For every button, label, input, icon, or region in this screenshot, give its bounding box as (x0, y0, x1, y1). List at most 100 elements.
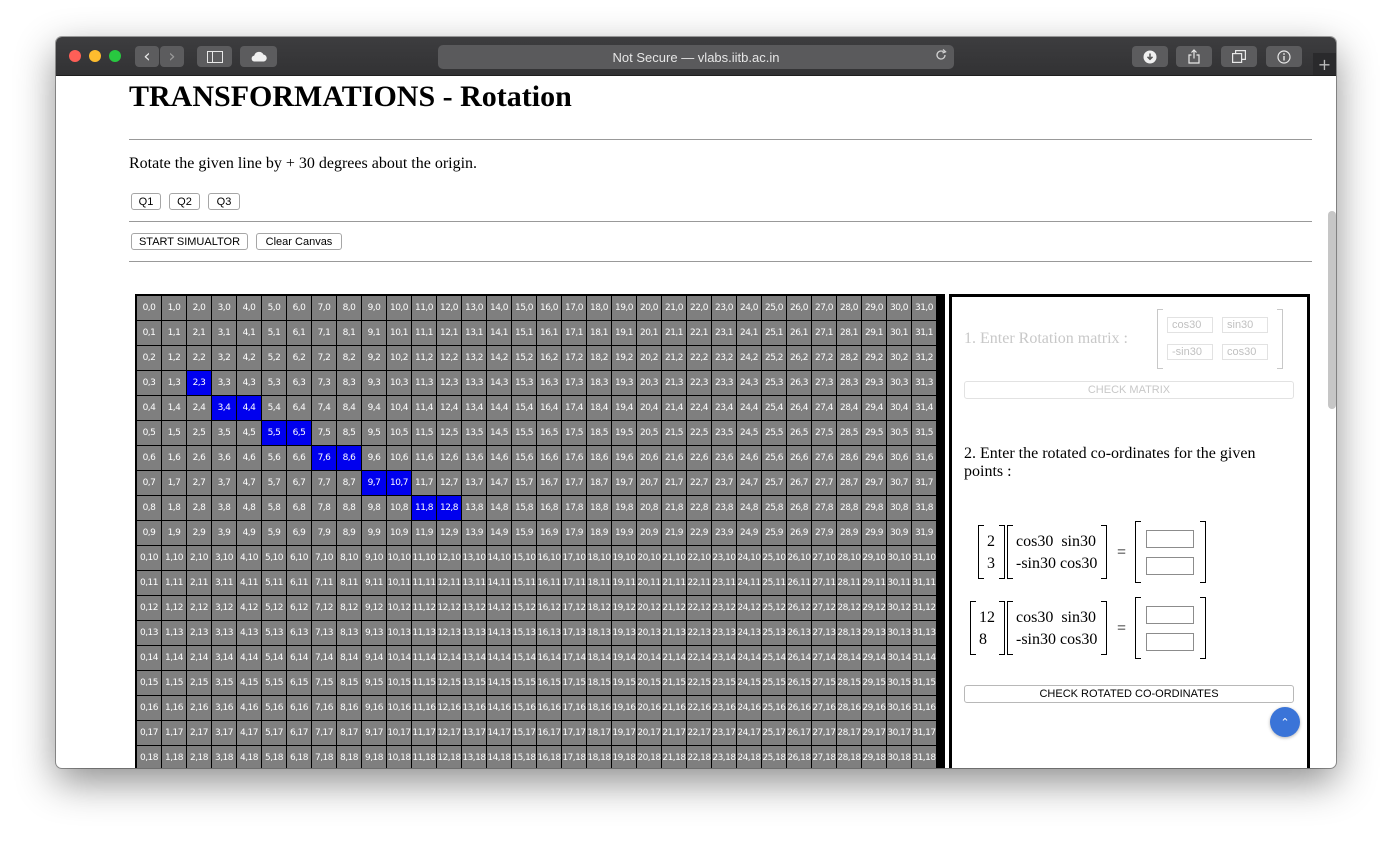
grid-cell[interactable]: 18,18 (587, 746, 611, 768)
grid-cell[interactable]: 7,10 (312, 546, 336, 570)
grid-cell[interactable]: 23,17 (712, 721, 736, 745)
grid-cell[interactable]: 31,8 (912, 496, 936, 520)
grid-cell[interactable]: 11,5 (412, 421, 436, 445)
grid-cell[interactable]: 26,8 (787, 496, 811, 520)
grid-cell[interactable]: 24,8 (737, 496, 761, 520)
grid-cell[interactable]: 27,10 (812, 546, 836, 570)
grid-cell[interactable]: 25,9 (762, 521, 786, 545)
grid-cell[interactable]: 22,7 (687, 471, 711, 495)
grid-cell[interactable]: 24,3 (737, 371, 761, 395)
grid-cell[interactable]: 21,6 (662, 446, 686, 470)
grid-cell[interactable]: 23,11 (712, 571, 736, 595)
grid-cell[interactable]: 14,17 (487, 721, 511, 745)
grid-cell[interactable]: 16,10 (537, 546, 561, 570)
grid-cell[interactable]: 21,2 (662, 346, 686, 370)
grid-cell[interactable]: 8,7 (337, 471, 361, 495)
grid-cell[interactable]: 22,16 (687, 696, 711, 720)
grid-cell[interactable]: 10,0 (387, 296, 411, 320)
grid-cell[interactable]: 6,10 (287, 546, 311, 570)
grid-cell[interactable]: 15,0 (512, 296, 536, 320)
scroll-to-top-button[interactable]: ⌃ (1270, 707, 1300, 737)
grid-cell[interactable]: 17,0 (562, 296, 586, 320)
grid-cell[interactable]: 15,4 (512, 396, 536, 420)
grid-cell[interactable]: 22,10 (687, 546, 711, 570)
grid-cell[interactable]: 28,1 (837, 321, 861, 345)
grid-cell[interactable]: 16,15 (537, 671, 561, 695)
grid-cell[interactable]: 13,0 (462, 296, 486, 320)
grid-cell[interactable]: 23,9 (712, 521, 736, 545)
grid-cell[interactable]: 12,15 (437, 671, 461, 695)
grid-cell[interactable]: 30,11 (887, 571, 911, 595)
grid-cell[interactable]: 29,13 (862, 621, 886, 645)
grid-cell[interactable]: 5,18 (262, 746, 286, 768)
grid-cell[interactable]: 14,3 (487, 371, 511, 395)
grid-cell[interactable]: 22,13 (687, 621, 711, 645)
grid-cell[interactable]: 16,16 (537, 696, 561, 720)
grid-cell[interactable]: 14,5 (487, 421, 511, 445)
grid-cell[interactable]: 12,4 (437, 396, 461, 420)
answer1-x-input[interactable] (1146, 530, 1194, 548)
grid-cell[interactable]: 27,6 (812, 446, 836, 470)
grid-cell[interactable]: 20,9 (637, 521, 661, 545)
grid-cell[interactable]: 14,4 (487, 396, 511, 420)
grid-cell[interactable]: 20,8 (637, 496, 661, 520)
grid-cell[interactable]: 10,1 (387, 321, 411, 345)
grid-cell[interactable]: 14,6 (487, 446, 511, 470)
grid-cell[interactable]: 21,14 (662, 646, 686, 670)
grid-cell[interactable]: 28,16 (837, 696, 861, 720)
grid-cell[interactable]: 29,0 (862, 296, 886, 320)
grid-cell[interactable]: 0,14 (137, 646, 161, 670)
grid-cell[interactable]: 4,3 (237, 371, 261, 395)
grid-cell[interactable]: 31,7 (912, 471, 936, 495)
grid-cell[interactable]: 18,7 (587, 471, 611, 495)
grid-cell[interactable]: 21,3 (662, 371, 686, 395)
grid-cell[interactable]: 16,9 (537, 521, 561, 545)
grid-cell[interactable]: 3,11 (212, 571, 236, 595)
grid-cell[interactable]: 25,7 (762, 471, 786, 495)
grid-cell[interactable]: 21,7 (662, 471, 686, 495)
grid-cell[interactable]: 7,17 (312, 721, 336, 745)
grid-cell[interactable]: 5,1 (262, 321, 286, 345)
grid-cell[interactable]: 27,2 (812, 346, 836, 370)
grid-cell[interactable]: 29,12 (862, 596, 886, 620)
grid-cell[interactable]: 2,5 (187, 421, 211, 445)
grid-cell[interactable]: 10,15 (387, 671, 411, 695)
grid-cell[interactable]: 20,18 (637, 746, 661, 768)
grid-cell[interactable]: 0,8 (137, 496, 161, 520)
grid-cell[interactable]: 3,0 (212, 296, 236, 320)
grid-cell[interactable]: 20,3 (637, 371, 661, 395)
grid-cell[interactable]: 10,6 (387, 446, 411, 470)
grid-cell[interactable]: 12,14 (437, 646, 461, 670)
grid-cell[interactable]: 17,1 (562, 321, 586, 345)
grid-cell[interactable]: 5,0 (262, 296, 286, 320)
grid-cell[interactable]: 20,1 (637, 321, 661, 345)
grid-cell[interactable]: 2,1 (187, 321, 211, 345)
answer2-y-input[interactable] (1146, 633, 1194, 651)
grid-cell[interactable]: 17,17 (562, 721, 586, 745)
grid-cell[interactable]: 26,16 (787, 696, 811, 720)
grid-cell[interactable]: 22,6 (687, 446, 711, 470)
grid-cell[interactable]: 15,1 (512, 321, 536, 345)
grid-cell[interactable]: 7,11 (312, 571, 336, 595)
grid-cell[interactable]: 21,15 (662, 671, 686, 695)
pixel-grid-canvas[interactable]: 0,0 1,0 2,0 3,0 4,0 5,0 6,0 7,0 8,0 9,0 10,0 11,0 12… (135, 294, 945, 768)
grid-cell[interactable]: 5,11 (262, 571, 286, 595)
grid-cell[interactable]: 8,14 (337, 646, 361, 670)
grid-cell[interactable]: 0,7 (137, 471, 161, 495)
grid-cell[interactable]: 30,17 (887, 721, 911, 745)
grid-cell[interactable]: 28,10 (837, 546, 861, 570)
grid-cell[interactable]: 27,4 (812, 396, 836, 420)
grid-cell[interactable]: 8,4 (337, 396, 361, 420)
grid-cell[interactable]: 31,1 (912, 321, 936, 345)
grid-cell[interactable]: 28,18 (837, 746, 861, 768)
grid-cell[interactable]: 26,7 (787, 471, 811, 495)
grid-cell[interactable]: 22,18 (687, 746, 711, 768)
grid-cell[interactable]: 24,11 (737, 571, 761, 595)
grid-cell[interactable]: 6,8 (287, 496, 311, 520)
grid-cell[interactable]: 24,13 (737, 621, 761, 645)
grid-cell[interactable]: 2,17 (187, 721, 211, 745)
grid-cell[interactable]: 25,2 (762, 346, 786, 370)
grid-cell[interactable]: 28,9 (837, 521, 861, 545)
grid-cell[interactable]: 12,1 (437, 321, 461, 345)
grid-cell[interactable]: 31,3 (912, 371, 936, 395)
